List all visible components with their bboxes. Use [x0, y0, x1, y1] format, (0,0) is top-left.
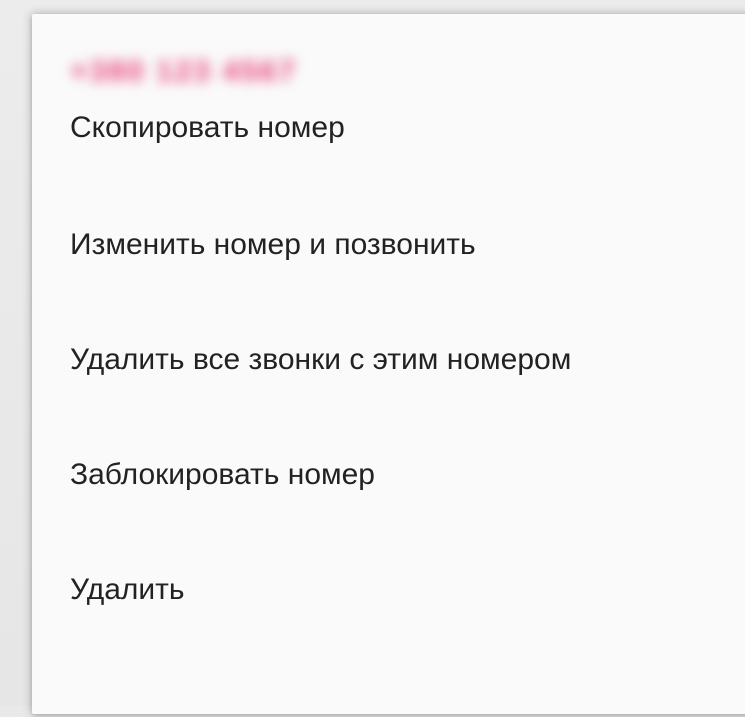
call-options-dialog: +380 123 4567 Скопировать номер Изменить… [32, 14, 745, 714]
options-menu: Скопировать номер Изменить номер и позво… [32, 111, 745, 717]
delete-item[interactable]: Удалить [32, 573, 745, 717]
menu-item-label: Скопировать номер [70, 111, 345, 144]
menu-item-label: Удалить все звонки с этим номером [70, 343, 572, 376]
menu-item-label: Удалить [70, 573, 185, 606]
menu-item-label: Заблокировать номер [70, 458, 375, 491]
menu-item-label: Изменить номер и позвонить [70, 228, 476, 261]
